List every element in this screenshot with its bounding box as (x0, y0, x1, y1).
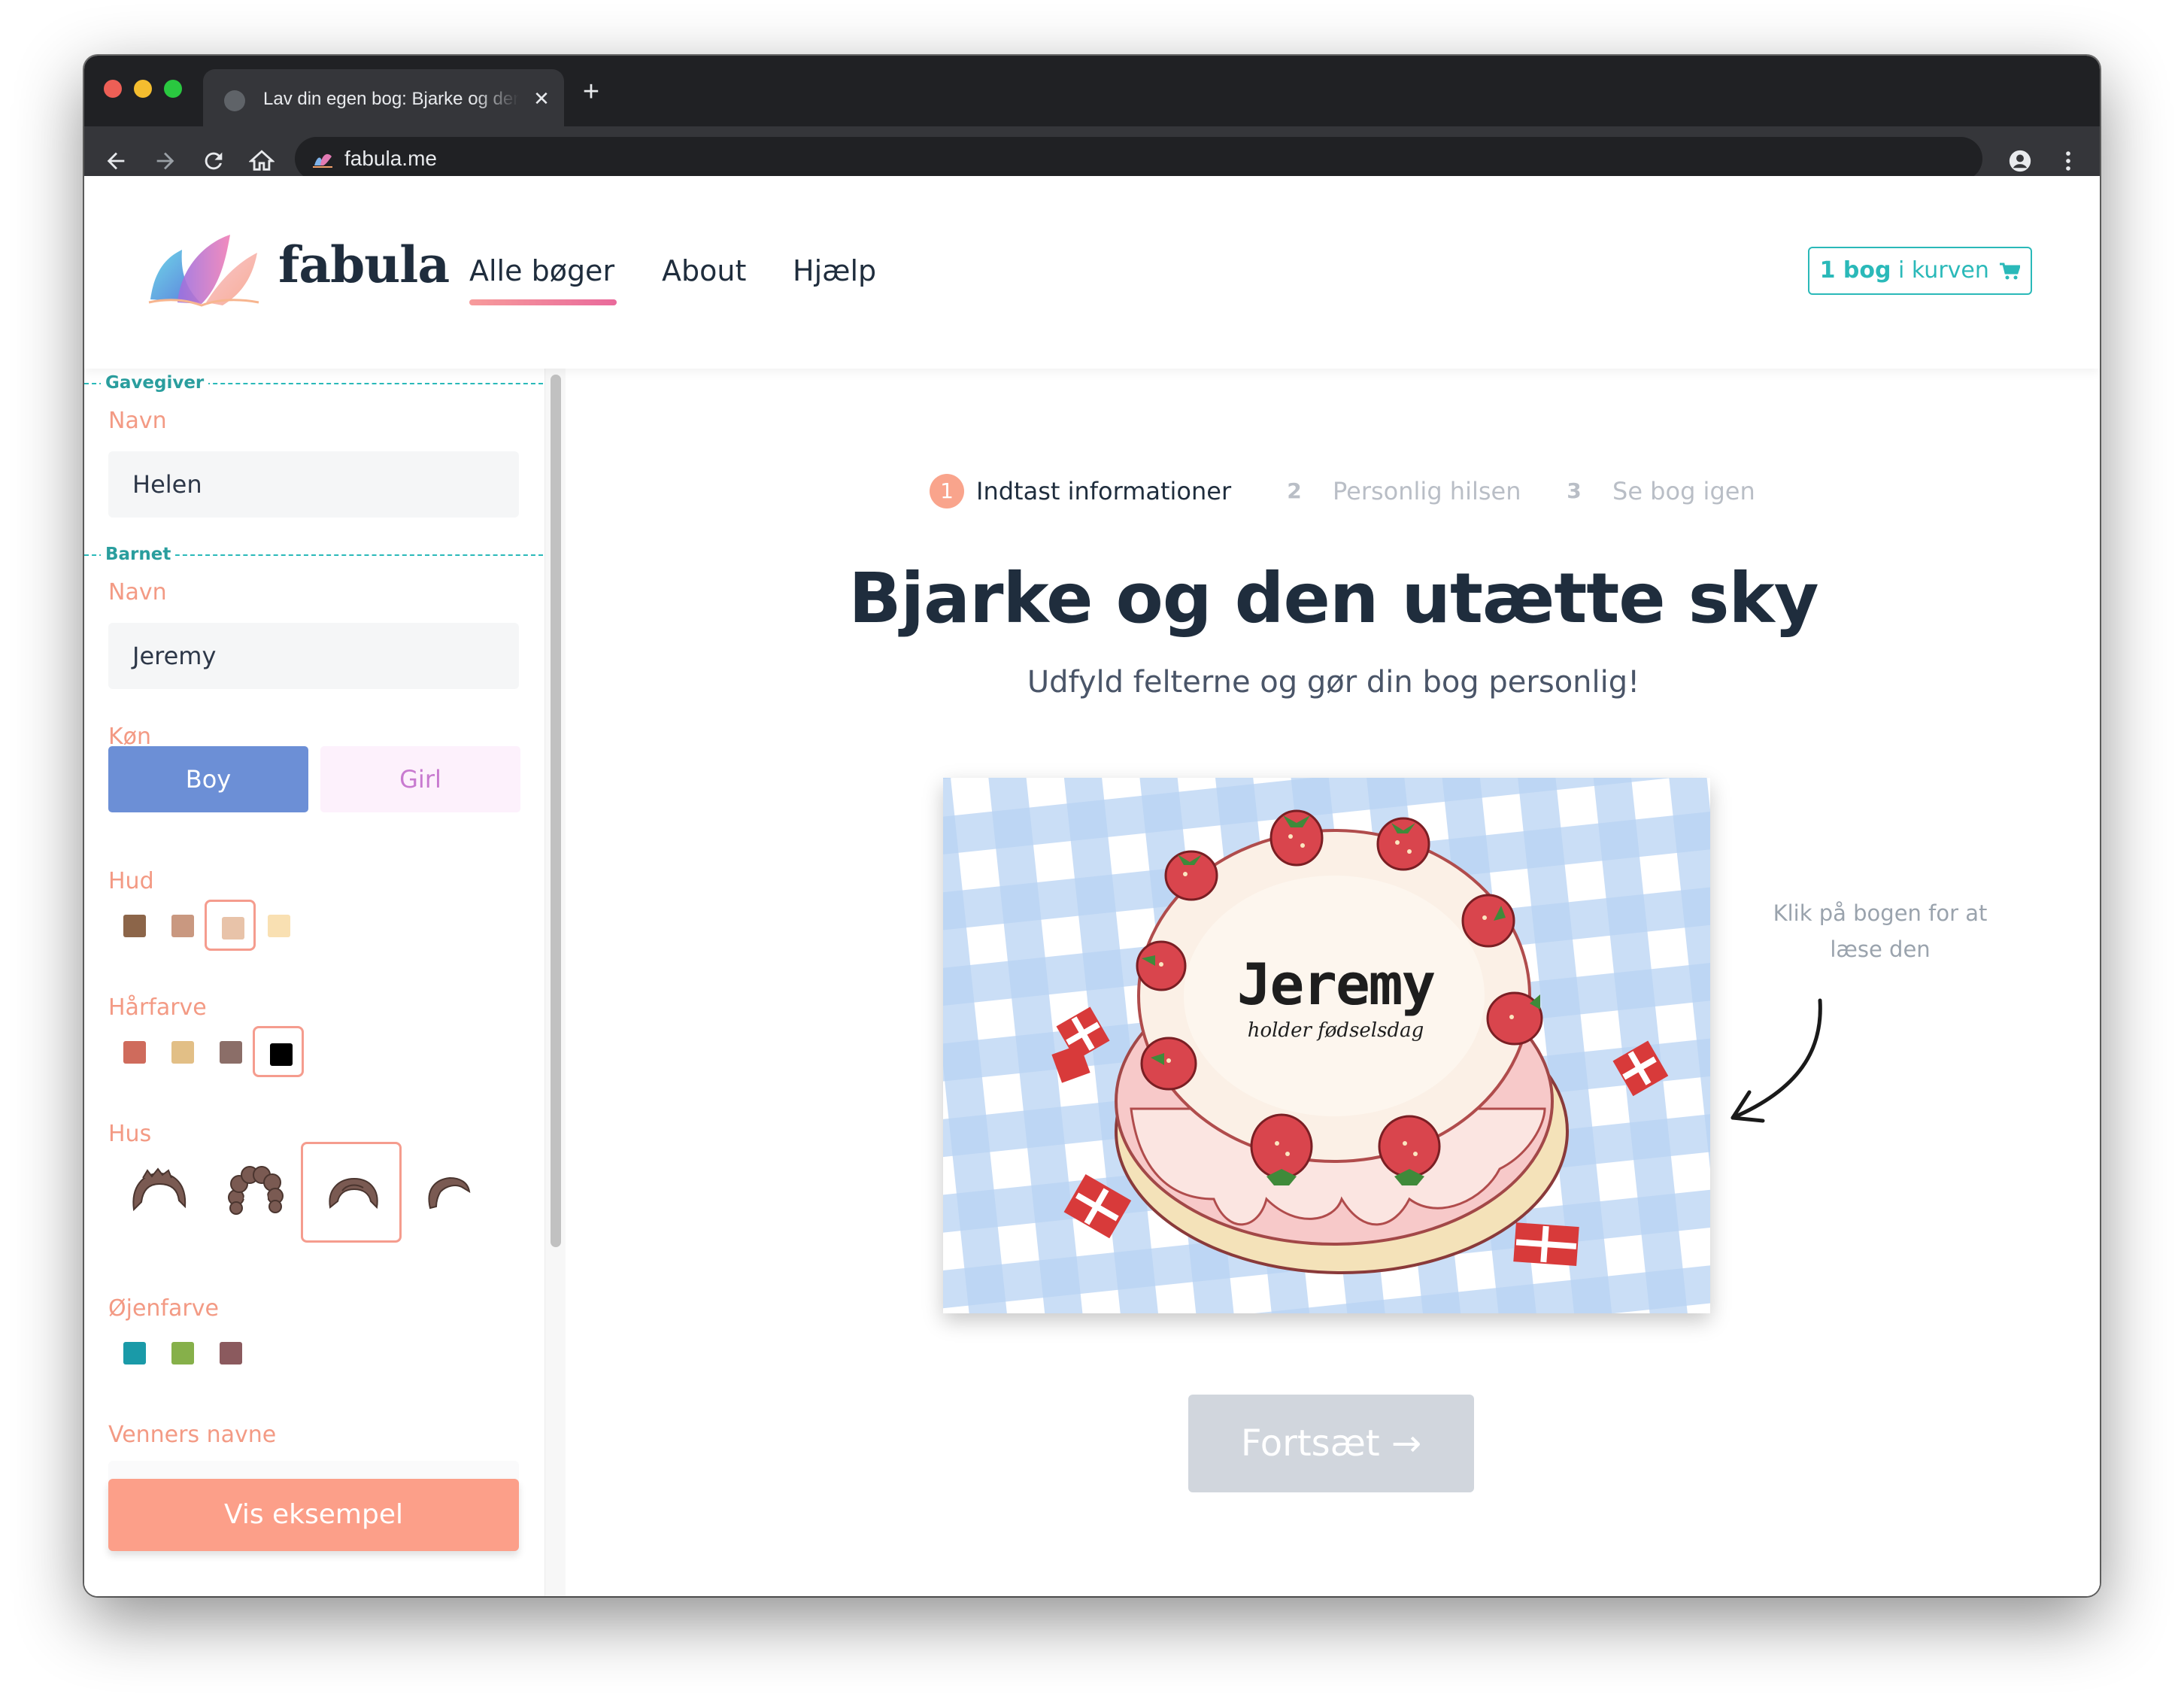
site-favicon (313, 153, 332, 168)
eye-color-label: Øjenfarve (108, 1295, 219, 1322)
site-header: fabula Alle bøger About Hjælp 1 bog i ku… (84, 176, 2100, 369)
curved-arrow-icon (1731, 998, 1822, 1123)
hint-line-2: læse den (1830, 936, 1931, 962)
step-1-label[interactable]: Indtast informationer (976, 474, 1231, 508)
cart-icon (2000, 263, 2021, 279)
back-icon[interactable] (99, 144, 132, 178)
browser-titlebar: Lav din egen bog: Bjarke og den utætte s… (84, 56, 2100, 126)
step-2-number: 2 (1287, 478, 1302, 503)
hair-color-swatch-color (220, 1041, 242, 1064)
eye-color-swatch-color (171, 1342, 194, 1364)
giver-name-input[interactable]: Helen (108, 451, 519, 518)
eye-color-swatch-color (220, 1342, 242, 1364)
nav-hjaelp[interactable]: Hjælp (793, 253, 876, 289)
tab-title: Lav din egen bog: Bjarke og den utætte s… (263, 89, 519, 109)
main-content: 1 Indtast informationer 2 Personlig hils… (567, 369, 2100, 1596)
cover-subtitle: holder fødselsdag (1247, 1019, 1424, 1042)
gender-girl-button[interactable]: Girl (320, 746, 520, 812)
cart-button[interactable]: 1 bog i kurven (1808, 247, 2032, 295)
hair-color-swatch-color (270, 1043, 293, 1066)
hair-style-side-icon (428, 1176, 471, 1210)
child-name-input[interactable]: Jeremy (108, 623, 519, 689)
skin-label: Hud (108, 868, 154, 894)
minimize-window-button[interactable] (134, 80, 152, 98)
maximize-window-button[interactable] (164, 80, 182, 98)
cart-count: 1 bog (1819, 257, 1891, 284)
skin-swatch-color (171, 915, 194, 937)
cart-suffix: i kurven (1891, 257, 1989, 284)
hair-style-option-1[interactable] (108, 1142, 209, 1243)
book-cover[interactable]: Jeremy holder fødselsdag (943, 778, 1710, 1313)
step-3-number: 3 (1567, 478, 1582, 503)
eye-color-swatch-color (123, 1342, 146, 1364)
hair-color-swatch-1[interactable] (108, 1026, 159, 1077)
hair-style-1-icon (132, 1167, 187, 1212)
fabula-logo-icon[interactable] (147, 227, 260, 307)
continue-button[interactable]: Fortsæt → (1188, 1395, 1474, 1492)
step-2-label[interactable]: Personlig hilsen (1333, 474, 1521, 508)
url-text: fabula.me (344, 147, 437, 170)
reload-icon[interactable] (197, 144, 230, 178)
step-1-number: 1 (930, 474, 964, 508)
browser-window: Lav din egen bog: Bjarke og den utætte s… (84, 56, 2100, 1596)
hair-color-swatch-4[interactable] (253, 1026, 304, 1077)
profile-icon[interactable] (2004, 144, 2037, 178)
eye-color-swatch-3[interactable] (205, 1327, 256, 1378)
customization-sidebar: Gavegiver Navn Helen Barnet Navn Jeremy … (84, 369, 566, 1596)
hair-color-swatch-color (123, 1041, 146, 1064)
nav-active-underline (469, 299, 617, 305)
gender-boy-button[interactable]: Boy (108, 746, 308, 812)
skin-swatch-2[interactable] (156, 900, 208, 951)
hair-style-option-4[interactable] (397, 1142, 498, 1243)
close-window-button[interactable] (104, 80, 122, 98)
sidebar-scrollbar-thumb[interactable] (551, 375, 561, 1247)
giver-name-label: Navn (108, 408, 167, 434)
browser-tab[interactable]: Lav din egen bog: Bjarke og den utætte s… (203, 69, 564, 126)
hair-style-option-3[interactable] (301, 1142, 402, 1243)
section-gavegiver: Gavegiver (101, 372, 209, 393)
hair-style-short-icon (329, 1177, 378, 1210)
eye-color-swatch-2[interactable] (156, 1327, 208, 1378)
new-tab-button[interactable]: + (576, 77, 606, 107)
hair-color-swatch-3[interactable] (205, 1026, 256, 1077)
cover-child-name: Jeremy (1236, 951, 1436, 1018)
globe-icon (224, 90, 245, 111)
nav-about[interactable]: About (662, 253, 746, 289)
web-page: fabula Alle bøger About Hjælp 1 bog i ku… (84, 176, 2100, 1596)
hair-style-option-2[interactable] (205, 1142, 305, 1243)
friends-label: Venners navne (108, 1422, 277, 1448)
forward-icon[interactable] (149, 144, 182, 178)
book-subtitle: Udfyld felterne og gør din bog personlig… (1027, 665, 1640, 700)
fabula-logo-text[interactable]: fabula (278, 235, 450, 295)
child-name-label: Navn (108, 579, 167, 606)
menu-icon[interactable] (2052, 144, 2085, 178)
home-icon[interactable] (245, 144, 278, 178)
skin-swatch-4[interactable] (253, 900, 304, 951)
hair-color-label: Hårfarve (108, 994, 207, 1021)
skin-swatch-color (222, 917, 244, 940)
tab-close-icon[interactable]: ✕ (529, 87, 554, 111)
section-barnet: Barnet (101, 544, 176, 565)
skin-swatch-color (268, 915, 290, 937)
step-3-label[interactable]: Se bog igen (1612, 474, 1755, 508)
hair-color-swatch-color (171, 1041, 194, 1064)
eye-color-swatch-1[interactable] (108, 1327, 159, 1378)
hair-style-curly-icon (228, 1166, 284, 1215)
address-bar[interactable]: fabula.me (295, 137, 1982, 181)
nav-alle-boger[interactable]: Alle bøger (469, 253, 614, 289)
book-title: Bjarke og den utætte sky (848, 558, 1818, 639)
skin-swatch-3[interactable] (205, 900, 256, 951)
click-book-hint: Klik på bogen for at læse den (1737, 895, 2023, 967)
birthday-cake-illustration (943, 778, 1710, 1313)
skin-swatch-1[interactable] (108, 900, 159, 951)
preview-button[interactable]: Vis eksempel (108, 1479, 519, 1551)
hair-color-swatch-2[interactable] (156, 1026, 208, 1077)
skin-swatch-color (123, 915, 146, 937)
hint-line-1: Klik på bogen for at (1773, 900, 1988, 926)
